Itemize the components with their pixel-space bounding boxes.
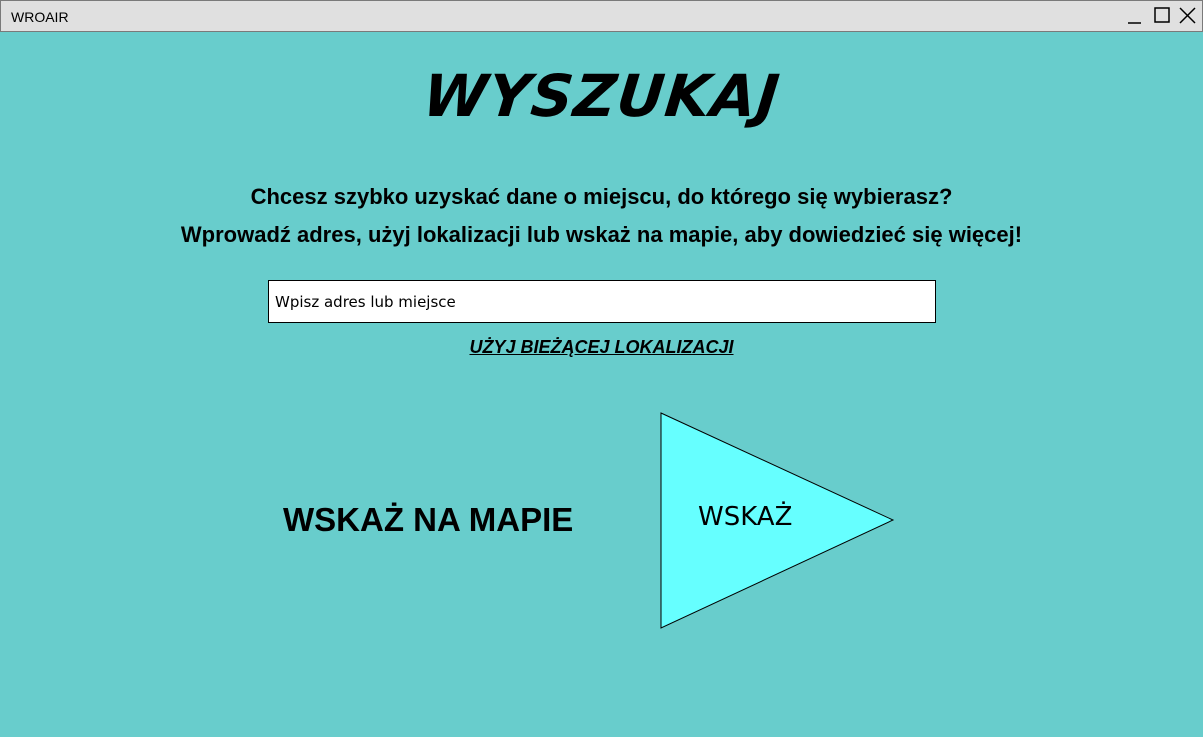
- minimize-icon: [1128, 22, 1141, 24]
- use-current-location-link[interactable]: UŻYJ BIEŻĄCEJ LOKALIZACJI: [0, 337, 1203, 358]
- point-button-label: WSKAŻ: [698, 502, 793, 532]
- point-on-map-label: WSKAŻ NA MAPIE: [283, 501, 574, 538]
- maximize-button[interactable]: [1151, 6, 1173, 26]
- intro-text-line-2: Wprowadź adres, użyj lokalizacji lub wsk…: [180, 222, 1023, 247]
- page-title: WYSZUKAJ: [419, 62, 784, 130]
- app-title: WROAIR: [11, 9, 69, 25]
- intro-text-line-1: Chcesz szybko uzyskać dane o miejscu, do…: [250, 184, 953, 209]
- address-search-input[interactable]: [268, 280, 936, 323]
- close-button[interactable]: [1177, 6, 1199, 26]
- title-bar: WROAIR: [0, 0, 1203, 32]
- point-on-map-button[interactable]: WSKAŻ: [660, 412, 896, 630]
- maximize-icon: [1154, 7, 1170, 23]
- close-icon: [1179, 7, 1196, 24]
- minimize-button[interactable]: [1123, 6, 1145, 26]
